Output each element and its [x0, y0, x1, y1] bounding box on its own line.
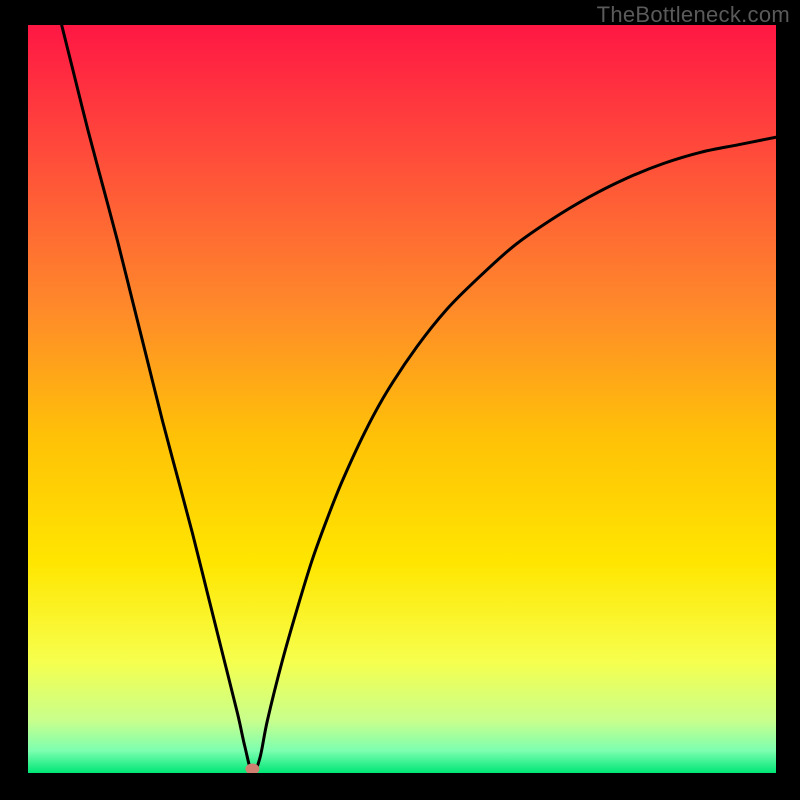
watermark-text: TheBottleneck.com	[597, 2, 790, 28]
gradient-background	[28, 25, 776, 773]
chart-frame: TheBottleneck.com	[0, 0, 800, 800]
bottleneck-chart	[28, 25, 776, 773]
